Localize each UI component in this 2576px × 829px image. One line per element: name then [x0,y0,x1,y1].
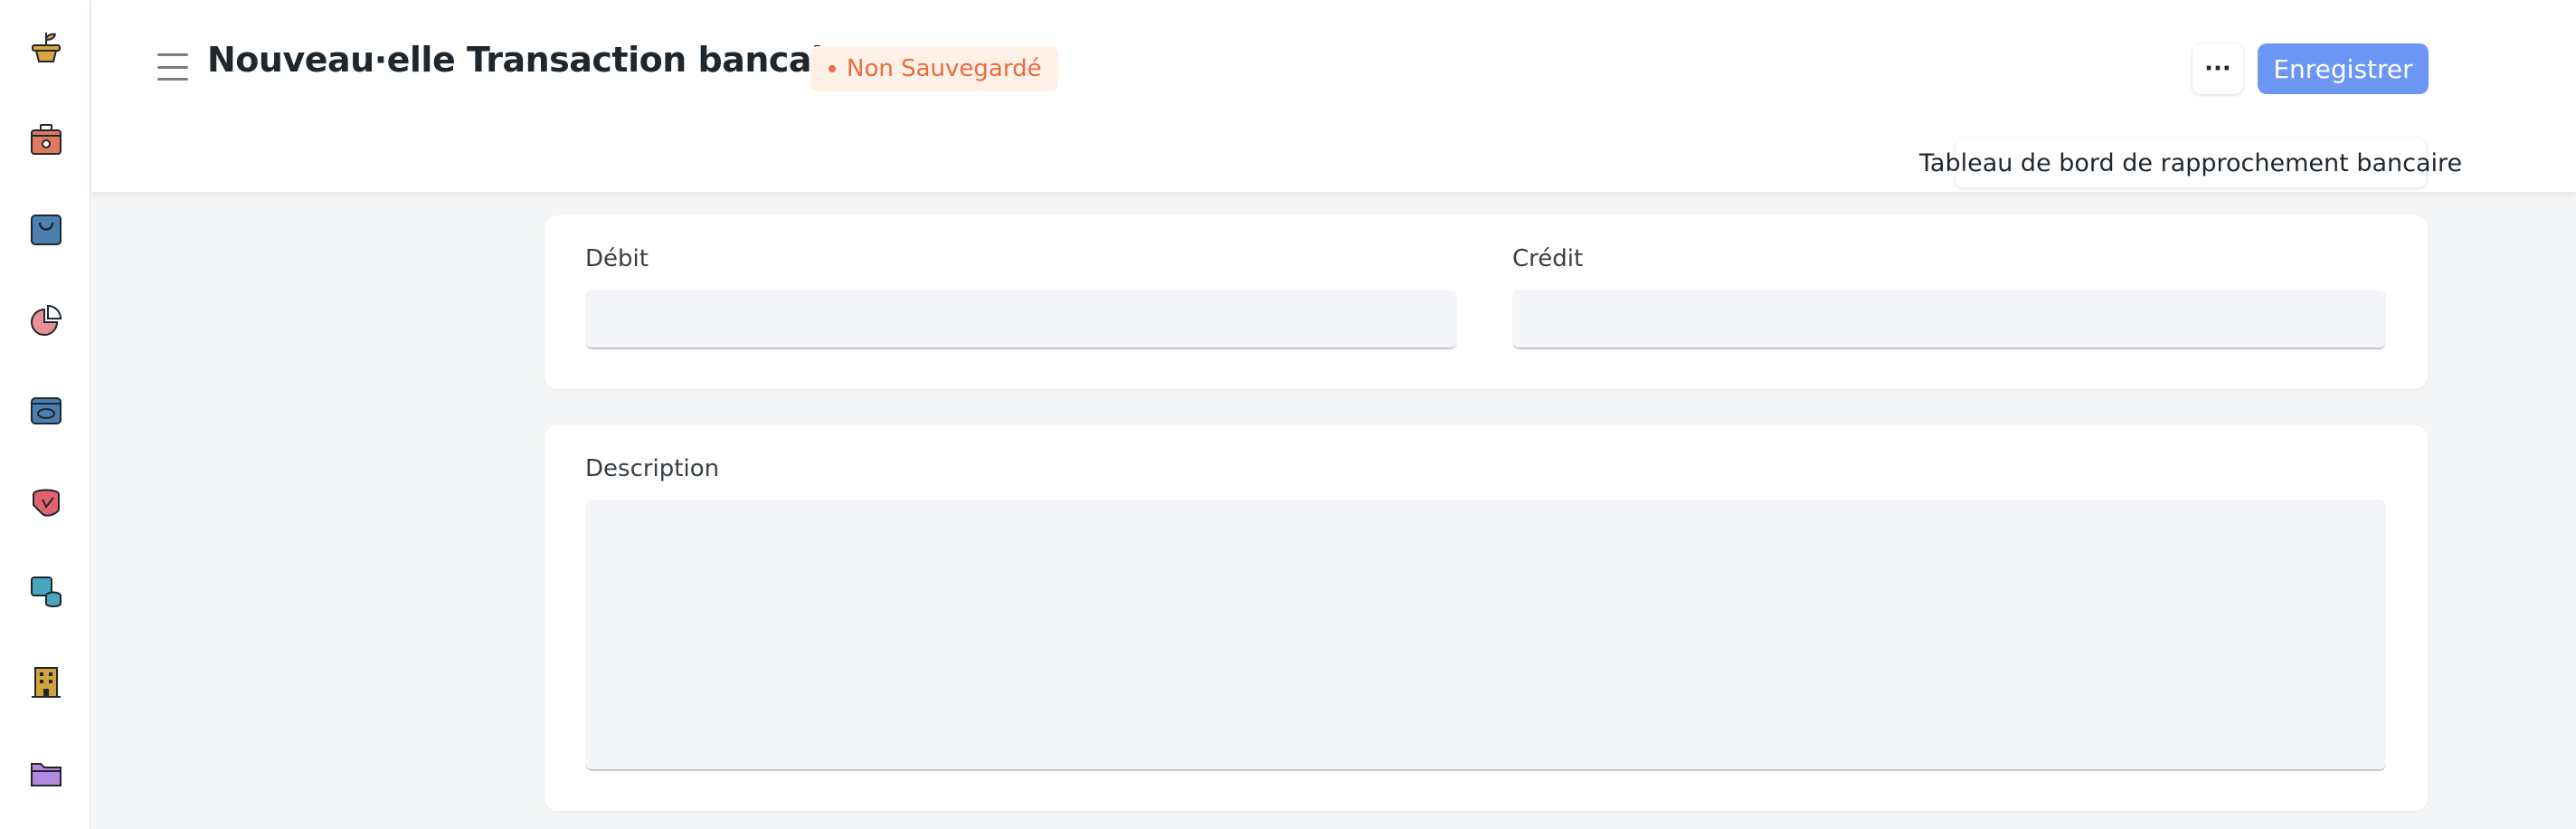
cash-register-icon[interactable] [25,119,67,160]
status-badge-label: Non Sauvegardé [847,55,1042,82]
save-button[interactable]: Enregistrer [2258,43,2429,94]
office-building-icon[interactable] [25,662,67,703]
amounts-section: Débit Crédit [545,215,2428,389]
page-title: Nouveau·elle Transaction bancaire [207,40,863,80]
menu-toggle-icon[interactable] [157,53,188,81]
debit-label: Débit [585,245,649,272]
shopping-bag-icon[interactable] [25,209,67,251]
coins-stack-icon[interactable] [25,571,67,613]
description-section: Description [545,425,2428,811]
money-hand-icon[interactable] [25,481,67,522]
wallet-icon[interactable] [25,390,67,432]
credit-label: Crédit [1512,245,1584,272]
plant-pot-icon[interactable] [25,26,67,68]
status-badge: Non Sauvegardé [810,46,1058,91]
bank-reconciliation-dashboard-link[interactable]: Tableau de bord de rapprochement bancair… [1919,138,2462,187]
debit-field[interactable] [585,290,1457,349]
more-actions-button[interactable]: ··· [2192,43,2243,94]
description-label: Description [585,455,720,482]
app-sidebar [0,0,91,829]
description-field[interactable] [585,500,2386,771]
credit-field[interactable] [1512,290,2386,349]
page-header: Nouveau·elle Transaction bancaire Non Sa… [91,0,2576,192]
status-dot-icon [829,65,836,72]
folder-icon[interactable] [25,752,67,794]
pie-chart-icon[interactable] [25,300,67,341]
